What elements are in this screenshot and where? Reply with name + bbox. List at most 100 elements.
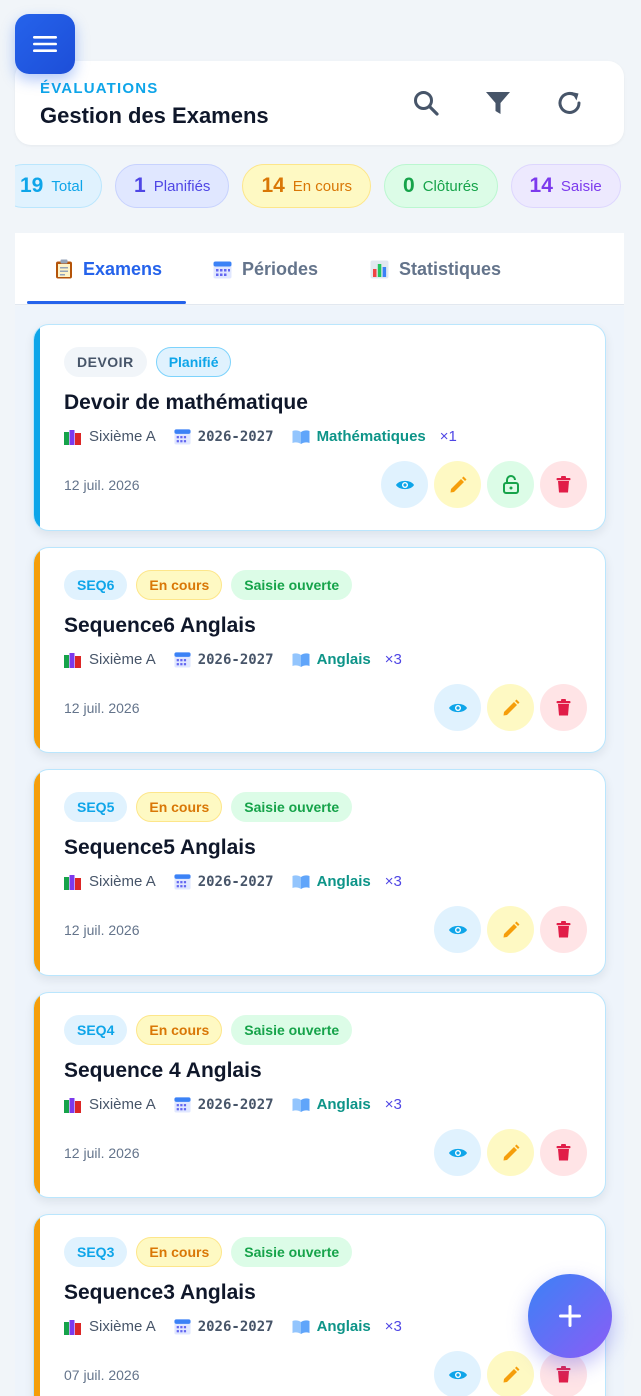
filter-button[interactable] (480, 85, 516, 121)
exam-card[interactable]: SEQ6 En cours Saisie ouverte Sequence6 A… (33, 547, 606, 753)
tab-label: Statistiques (399, 258, 502, 279)
exam-card[interactable]: SEQ4 En cours Saisie ouverte Sequence 4 … (33, 992, 606, 1198)
stat-chip-planned[interactable]: 1 Planifiés (115, 164, 230, 208)
plus-icon (559, 1305, 581, 1327)
view-button[interactable] (434, 1351, 481, 1396)
add-exam-button[interactable] (528, 1274, 612, 1358)
stat-label: Saisie (560, 177, 602, 195)
tab-bar: Examens Périodes Statistiques (15, 233, 624, 305)
class-name: Sixième A (89, 428, 156, 445)
stat-label: En cours (292, 177, 352, 195)
tab-examens[interactable]: Examens (55, 233, 162, 305)
delete-button[interactable] (540, 906, 587, 953)
refresh-button[interactable] (552, 85, 588, 121)
calendar-icon (174, 652, 191, 668)
stat-chip-closed[interactable]: 0 Clôturés (384, 164, 498, 208)
page-title: Gestion des Examens (40, 103, 269, 128)
status-bar (34, 993, 40, 1197)
books-icon (64, 874, 81, 890)
edit-button[interactable] (434, 461, 481, 508)
coefficient: ×3 (384, 1096, 402, 1113)
delete-button[interactable] (540, 684, 587, 731)
stats-bar: 19 Total 1 Planifiés 14 En cours 0 Clôtu… (15, 164, 624, 208)
stat-chip-in-progress[interactable]: 14 En cours (242, 164, 371, 208)
view-button[interactable] (434, 906, 481, 953)
clipboard-icon (56, 259, 72, 279)
stat-chip-total[interactable]: 19 Total (15, 164, 103, 208)
school-year: 2026-2027 (197, 873, 274, 890)
books-icon (64, 429, 81, 445)
subject-name: Anglais (316, 1096, 371, 1113)
exam-code-badge: DEVOIR (64, 347, 147, 377)
status-bar (34, 325, 40, 530)
entry-status-badge: Saisie ouverte (231, 570, 353, 600)
books-icon (64, 1319, 81, 1335)
tab-label: Examens (83, 258, 163, 279)
school-year: 2026-2027 (197, 428, 274, 445)
calendar-icon (174, 1319, 191, 1335)
refresh-icon (558, 92, 581, 114)
pencil-icon (503, 1144, 519, 1160)
school-year: 2026-2027 (197, 1096, 274, 1113)
exam-title: Devoir de mathématique (64, 391, 308, 414)
subject-name: Anglais (316, 873, 371, 890)
pencil-icon (503, 1366, 519, 1382)
calendar-icon (174, 1097, 191, 1113)
class-name: Sixième A (89, 1318, 156, 1335)
pencil-icon (503, 699, 519, 715)
stat-chip-entry[interactable]: 14 Saisie (510, 164, 621, 208)
exam-code-badge: SEQ5 (64, 792, 128, 822)
view-button[interactable] (381, 461, 428, 508)
tab-periodes[interactable]: Périodes (213, 233, 318, 305)
stat-label: Planifiés (153, 177, 211, 195)
trash-icon (556, 921, 571, 938)
exam-title: Sequence6 Anglais (64, 614, 256, 637)
unlock-button[interactable] (487, 461, 534, 508)
status-bar (34, 548, 40, 752)
hamburger-icon (33, 36, 57, 52)
status-badge: En cours (136, 1015, 223, 1045)
coefficient: ×3 (384, 1318, 402, 1335)
eye-icon (395, 480, 414, 489)
exam-code-badge: SEQ3 (64, 1237, 128, 1267)
view-button[interactable] (434, 1129, 481, 1176)
stat-count: 14 (261, 174, 285, 197)
tab-statistiques[interactable]: Statistiques (370, 233, 501, 305)
exam-date: 12 juil. 2026 (64, 922, 140, 938)
coefficient: ×3 (384, 651, 402, 668)
page-kicker: ÉVALUATIONS (40, 80, 159, 97)
search-button[interactable] (408, 85, 444, 121)
search-icon (414, 91, 439, 116)
exam-title: Sequence3 Anglais (64, 1281, 256, 1304)
entry-status-badge: Saisie ouverte (231, 1237, 353, 1267)
calendar-icon (174, 429, 191, 445)
active-tab-indicator (27, 301, 186, 304)
exam-card[interactable]: DEVOIR Planifié Devoir de mathématique S… (33, 324, 606, 531)
eye-icon (448, 1148, 467, 1157)
eye-icon (448, 925, 467, 934)
trash-icon (556, 476, 571, 493)
eye-icon (448, 1370, 467, 1379)
exam-date: 12 juil. 2026 (64, 700, 140, 716)
stat-label: Total (51, 177, 84, 195)
edit-button[interactable] (487, 1351, 534, 1396)
delete-button[interactable] (540, 461, 587, 508)
edit-button[interactable] (487, 906, 534, 953)
subject-name: Mathématiques (316, 428, 426, 445)
class-name: Sixième A (89, 651, 156, 668)
exam-card[interactable]: SEQ3 En cours Saisie ouverte Sequence3 A… (33, 1214, 606, 1396)
pencil-icon (503, 921, 519, 937)
edit-button[interactable] (487, 684, 534, 731)
delete-button[interactable] (540, 1351, 587, 1396)
subject-name: Anglais (316, 651, 371, 668)
exam-date: 12 juil. 2026 (64, 477, 140, 493)
delete-button[interactable] (540, 1129, 587, 1176)
edit-button[interactable] (487, 1129, 534, 1176)
exam-card[interactable]: SEQ5 En cours Saisie ouverte Sequence5 A… (33, 769, 606, 976)
trash-icon (556, 699, 571, 716)
menu-button[interactable] (15, 14, 75, 74)
stat-count: 19 (20, 174, 44, 197)
exam-title: Sequence5 Anglais (64, 836, 256, 859)
view-button[interactable] (434, 684, 481, 731)
open-book-icon (292, 652, 310, 667)
